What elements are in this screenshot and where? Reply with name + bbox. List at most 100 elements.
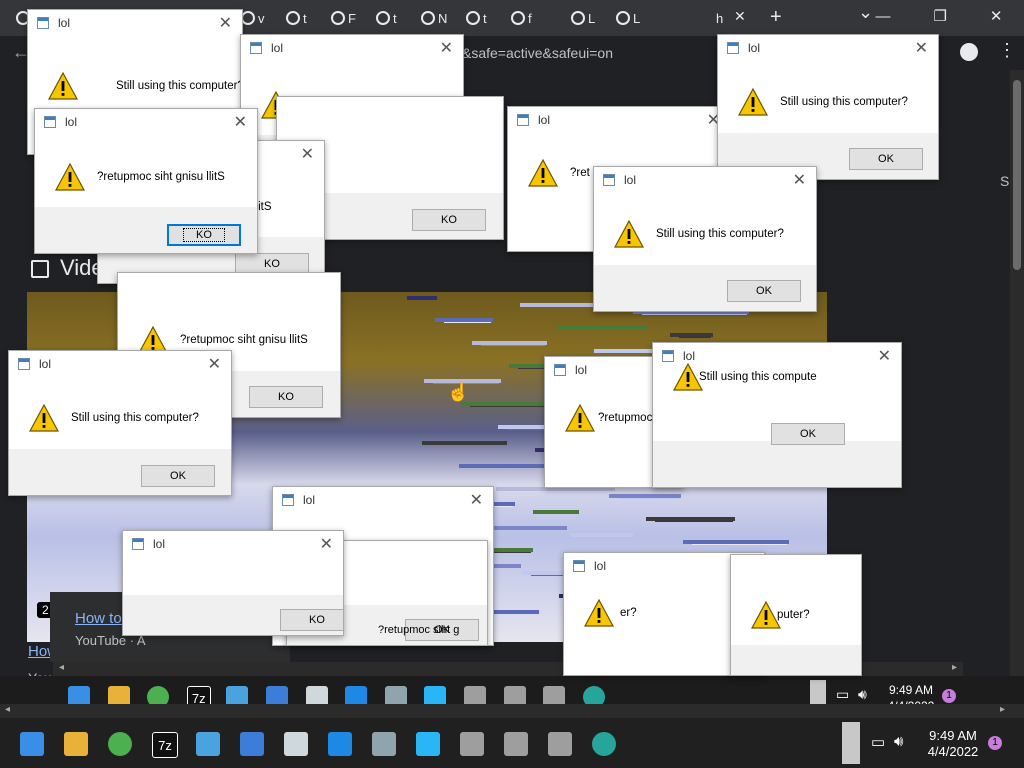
ok-button[interactable]: OK [727, 280, 801, 302]
close-icon[interactable]: ✕ [470, 490, 483, 510]
hand-cursor-icon: ☝ [447, 382, 470, 402]
browser-tab[interactable]: L [616, 6, 640, 30]
chrome-icon[interactable] [108, 732, 132, 756]
control-panel-icon[interactable] [416, 732, 440, 756]
address-bar[interactable]: &safe=active&safeui=on [462, 45, 613, 61]
browser-tab[interactable]: h [716, 6, 723, 30]
loading-icon [616, 11, 630, 25]
7zip-icon[interactable]: 7z [152, 732, 178, 758]
dialog-titlebar[interactable]: lol✕ [718, 35, 938, 63]
close-icon[interactable]: ✕ [208, 354, 221, 374]
dialog-titlebar[interactable]: lol ✕ [28, 10, 242, 38]
notepad-icon[interactable] [196, 732, 220, 756]
scroll-right-icon[interactable]: ▸ [952, 662, 957, 673]
dialog-titlebar[interactable]: lol✕ [241, 35, 463, 63]
close-icon[interactable]: ✕ [793, 170, 806, 190]
browser-tab[interactable]: N [421, 6, 447, 30]
browser-tab[interactable]: t [286, 6, 307, 30]
browser-tab[interactable]: t [466, 6, 487, 30]
app-window-icon [554, 364, 566, 376]
ok-button[interactable]: OK [849, 148, 923, 170]
profile-avatar[interactable] [960, 43, 978, 61]
tab-title: L [633, 10, 641, 26]
dialog-message: Still using this computer? [656, 228, 784, 240]
paint-icon[interactable] [284, 732, 308, 756]
dialog-message: Still using this computer? [71, 412, 199, 424]
taskbar-clock[interactable]: 9:49 AM 4/4/2022 [922, 728, 984, 760]
clock-date: 4/4/2022 [927, 744, 979, 759]
close-icon[interactable]: ✕ [234, 112, 247, 132]
dialog-titlebar[interactable]: lol✕ [123, 531, 343, 559]
horizontal-scrollbar-2[interactable]: ◂ ▸ [0, 704, 1024, 718]
windows-start-icon[interactable] [20, 732, 44, 756]
message-box-dialog[interactable]: lol ✕ Still using this compute OK [652, 342, 902, 488]
ko-button[interactable]: KO [167, 224, 241, 246]
scroll-left-icon[interactable]: ◂ [5, 704, 10, 715]
new-tab-button[interactable]: + [770, 6, 782, 29]
photos-icon[interactable] [240, 732, 264, 756]
dialog-message: er? [620, 607, 637, 619]
close-icon[interactable]: ✕ [219, 13, 232, 33]
notification-badge[interactable]: 1 [988, 736, 1002, 750]
browser-tab[interactable]: v [241, 6, 265, 30]
minimize-button[interactable]: — [875, 8, 890, 25]
ok-button[interactable]: OK [141, 465, 215, 487]
tab-close-icon[interactable]: ✕ [734, 8, 746, 25]
network-icon[interactable]: ▭ [836, 686, 849, 703]
computer-icon[interactable] [504, 732, 528, 756]
message-box-dialog[interactable]: lol ✕ Still using this computer? OK [8, 350, 232, 496]
network-icon[interactable]: ▭ [871, 733, 885, 751]
globe-icon[interactable] [592, 732, 616, 756]
scroll-right-icon[interactable]: ▸ [1000, 704, 1005, 715]
button-label: KO [441, 214, 457, 226]
google-icon [331, 11, 345, 25]
app-window-icon [282, 494, 294, 506]
message-box-dialog[interactable]: lol ✕ Still using this computer? OK [593, 166, 817, 312]
calculator-icon[interactable] [372, 732, 396, 756]
scrollbar-thumb[interactable] [1013, 80, 1021, 270]
dialog-titlebar[interactable]: lol✕ [35, 109, 257, 137]
app-window-icon [603, 174, 615, 186]
close-icon[interactable]: ✕ [878, 346, 891, 366]
google-icon [466, 11, 480, 25]
file-explorer-icon[interactable] [64, 732, 88, 756]
ok-button[interactable]: OK [771, 423, 845, 445]
computer-icon[interactable] [548, 732, 572, 756]
tab-title: f [528, 10, 532, 26]
volume-icon[interactable]: 🔊︎ [894, 733, 903, 750]
close-icon[interactable]: ✕ [440, 38, 453, 58]
message-box-dialog[interactable]: lol ✕ KO [122, 530, 344, 636]
browser-tab[interactable]: L [571, 6, 595, 30]
scroll-left-icon[interactable]: ◂ [59, 662, 64, 673]
maximize-button[interactable]: ❐ [933, 7, 946, 25]
dialog-titlebar[interactable]: lol✕ [9, 351, 231, 379]
dialog-title: lol [58, 16, 71, 30]
message-box-dialog[interactable]: puter? [730, 554, 862, 676]
browser-tab[interactable]: F [331, 6, 356, 30]
notification-badge[interactable]: 1 [942, 689, 956, 703]
dialog-titlebar[interactable]: lol✕ [508, 107, 730, 135]
window-icon[interactable] [328, 732, 352, 756]
close-icon[interactable]: ✕ [301, 144, 314, 164]
ko-button[interactable]: KO [280, 609, 343, 631]
close-icon[interactable]: ✕ [320, 534, 333, 554]
ko-button[interactable]: KO [412, 209, 486, 231]
message-box-dialog[interactable]: lol ✕ Still using this computer? OK [717, 34, 939, 180]
computer-icon[interactable] [460, 732, 484, 756]
close-window-button[interactable]: ✕ [990, 7, 1003, 25]
dialog-titlebar[interactable]: lol✕ [273, 487, 493, 515]
scroll-thumb[interactable] [842, 722, 860, 764]
ko-button[interactable]: KO [249, 386, 323, 408]
menu-kebab-icon[interactable]: ⋮ [998, 40, 1016, 61]
dialog-titlebar[interactable]: lol ✕ [594, 167, 816, 195]
vertical-scrollbar[interactable] [1010, 70, 1024, 710]
close-icon[interactable]: ✕ [915, 38, 928, 58]
volume-icon[interactable]: 🔊︎ [858, 686, 867, 703]
browser-tab[interactable]: f [511, 6, 532, 30]
tab-title: L [588, 10, 596, 26]
glitch-bar [435, 318, 493, 322]
google-icon [511, 11, 525, 25]
browser-tab[interactable]: t [376, 6, 397, 30]
message-box-dialog[interactable]: lol ✕ ?retupmoc siht gnisu llitS KO [34, 108, 258, 254]
dialog-title: lol [624, 173, 637, 187]
